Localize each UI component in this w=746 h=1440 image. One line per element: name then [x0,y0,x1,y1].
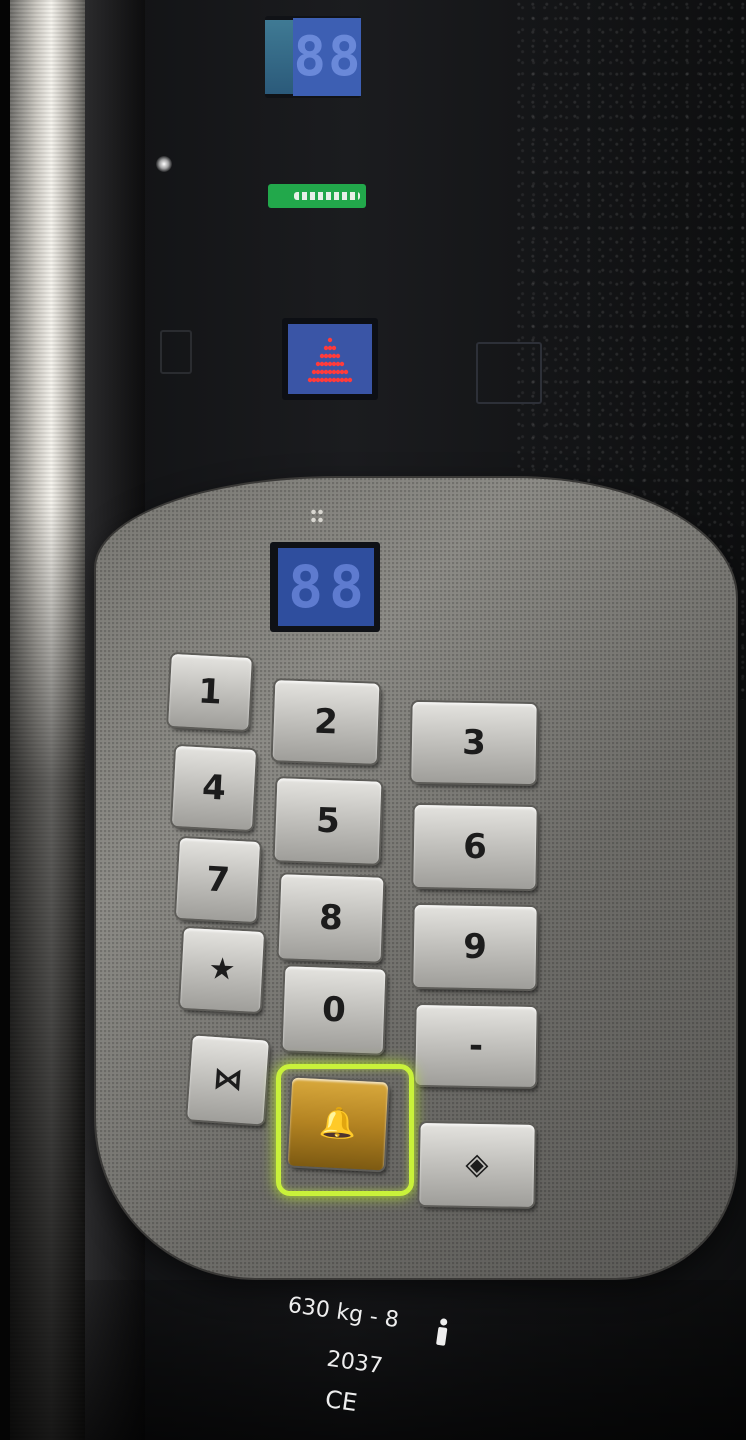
alarm-button[interactable]: 🔔 [287,1077,389,1171]
key-dash[interactable]: - [415,1004,537,1088]
car-digit-2: 8 [329,553,364,621]
steel-door-frame [10,0,85,1440]
car-floor-display: 8 8 [270,542,380,632]
ce-mark: CE [323,1384,359,1418]
top-digit-1: 8 [293,25,326,88]
key-3[interactable]: 3 [411,701,537,785]
car-display-screen: 8 8 [278,548,374,626]
indicator-dots [294,192,360,200]
elevator-panel-photo: 8 8 8 8 1 2 3 4 5 6 7 8 9 ★ 0 - ⋈ 🔔 ◈ 63… [0,0,746,1440]
key-star-label: ★ [207,951,237,988]
persons-capacity: 8 [383,1306,401,1334]
capacity-plate: 630 kg - 8 2037 CE [252,1290,458,1440]
key-1[interactable]: 1 [168,653,252,731]
key-2[interactable]: 2 [272,680,380,764]
key-4-label: 4 [201,767,227,809]
key-2-label: 2 [313,701,339,743]
display-side-bar [265,20,293,94]
key-6[interactable]: 6 [413,804,537,890]
door-close-icon: ⋈ [211,1060,245,1099]
door-open-icon: ◈ [465,1146,489,1183]
direction-display [282,318,378,400]
left-edge [0,0,10,1440]
key-star[interactable]: ★ [179,927,265,1013]
door-open-button[interactable]: ◈ [419,1123,535,1207]
key-dash-label: - [468,1025,484,1067]
person-body [436,1326,448,1346]
top-display-screen: 8 8 [293,18,361,96]
top-digit-2: 8 [328,25,361,88]
door-close-button[interactable]: ⋈ [187,1035,269,1125]
key-5-label: 5 [315,800,341,842]
car-digit-1: 8 [288,553,323,621]
bell-icon: 🔔 [318,1105,358,1142]
up-arrow-icon [307,337,353,383]
capacity-separator: - [368,1304,380,1331]
key-1-label: 1 [197,671,223,713]
key-0[interactable]: 0 [282,966,386,1054]
person-head [439,1318,448,1326]
key-5[interactable]: 5 [274,778,382,864]
key-9-label: 9 [462,926,488,968]
green-indicator-strip [268,184,366,208]
key-0-label: 0 [321,989,347,1031]
top-floor-display: 8 8 [265,16,361,98]
person-icon [434,1318,450,1347]
key-6-label: 6 [462,826,488,868]
braille-marker [310,508,324,524]
key-9[interactable]: 9 [413,904,537,990]
key-4[interactable]: 4 [171,745,257,831]
light-reflection [156,156,172,172]
key-8-label: 8 [318,897,344,939]
key-7[interactable]: 7 [175,837,261,923]
sensor-window-left [160,330,192,374]
key-8[interactable]: 8 [278,874,384,962]
manufacture-year: 2037 [325,1346,385,1380]
key-7-label: 7 [205,859,231,901]
sensor-window-right [476,342,542,404]
key-3-label: 3 [461,722,487,764]
